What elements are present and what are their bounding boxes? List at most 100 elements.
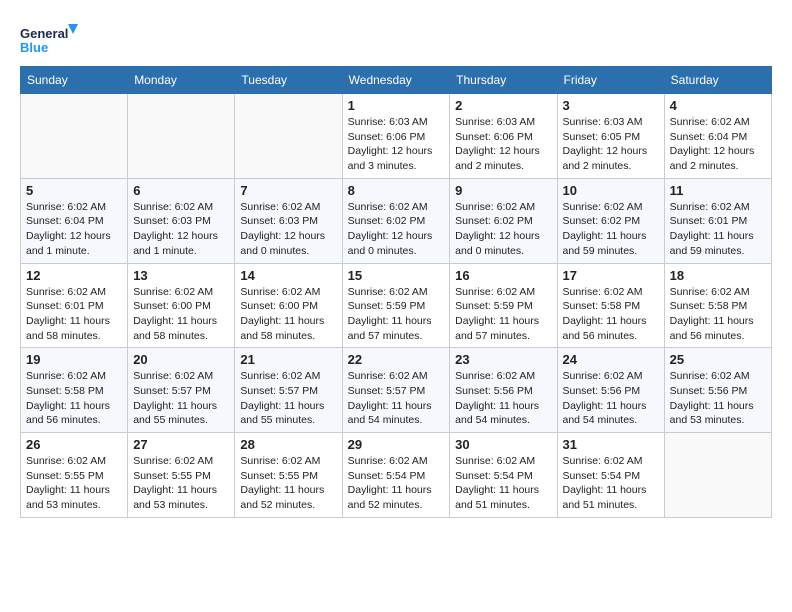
day-info: Sunrise: 6:02 AM Sunset: 5:58 PM Dayligh… xyxy=(670,285,766,344)
calendar-cell xyxy=(235,94,342,179)
day-header-sunday: Sunday xyxy=(21,67,128,94)
svg-text:Blue: Blue xyxy=(20,40,48,55)
day-number: 7 xyxy=(240,183,336,198)
calendar-week-row: 5 Sunrise: 6:02 AM Sunset: 6:04 PM Daylig… xyxy=(21,178,772,263)
calendar-cell: 14 Sunrise: 6:02 AM Sunset: 6:00 PM Dayli… xyxy=(235,263,342,348)
day-info: Sunrise: 6:02 AM Sunset: 5:59 PM Dayligh… xyxy=(348,285,445,344)
calendar-cell: 9 Sunrise: 6:02 AM Sunset: 6:02 PM Daylig… xyxy=(450,178,557,263)
day-number: 22 xyxy=(348,352,445,367)
day-info: Sunrise: 6:02 AM Sunset: 5:56 PM Dayligh… xyxy=(563,369,659,428)
day-number: 29 xyxy=(348,437,445,452)
day-info: Sunrise: 6:02 AM Sunset: 5:55 PM Dayligh… xyxy=(240,454,336,513)
calendar-cell: 16Sunrise: 6:02 AM Sunset: 5:59 PM Dayli… xyxy=(450,263,557,348)
day-number: 16 xyxy=(455,268,551,283)
day-number: 8 xyxy=(348,183,445,198)
calendar-cell: 12Sunrise: 6:02 AM Sunset: 6:01 PM Dayli… xyxy=(21,263,128,348)
day-info: Sunrise: 6:02 AM Sunset: 5:54 PM Dayligh… xyxy=(563,454,659,513)
calendar-week-row: 26 Sunrise: 6:02 AM Sunset: 5:55 PM Dayli… xyxy=(21,433,772,518)
calendar-cell: 27Sunrise: 6:02 AM Sunset: 5:55 PM Dayli… xyxy=(128,433,235,518)
day-info: Sunrise: 6:02 AM Sunset: 6:00 PM Dayligh… xyxy=(133,285,229,344)
day-info: Sunrise: 6:02 AM Sunset: 5:57 PM Dayligh… xyxy=(348,369,445,428)
calendar-cell: 10 Sunrise: 6:02 AM Sunset: 6:02 PM Dayli… xyxy=(557,178,664,263)
day-info: Sunrise: 6:02 AM Sunset: 6:04 PM Dayligh… xyxy=(26,200,122,259)
calendar-cell: 22 Sunrise: 6:02 AM Sunset: 5:57 PM Dayli… xyxy=(342,348,450,433)
day-number: 25 xyxy=(670,352,766,367)
day-header-tuesday: Tuesday xyxy=(235,67,342,94)
calendar-cell: 17Sunrise: 6:02 AM Sunset: 5:58 PM Dayli… xyxy=(557,263,664,348)
logo-svg: General Blue xyxy=(20,20,80,60)
calendar-cell: 13 Sunrise: 6:02 AM Sunset: 6:00 PM Dayli… xyxy=(128,263,235,348)
day-number: 26 xyxy=(26,437,122,452)
day-info: Sunrise: 6:02 AM Sunset: 6:03 PM Dayligh… xyxy=(240,200,336,259)
day-info: Sunrise: 6:02 AM Sunset: 5:57 PM Dayligh… xyxy=(240,369,336,428)
day-info: Sunrise: 6:02 AM Sunset: 5:57 PM Dayligh… xyxy=(133,369,229,428)
day-info: Sunrise: 6:02 AM Sunset: 6:02 PM Dayligh… xyxy=(348,200,445,259)
calendar-cell: 6 Sunrise: 6:02 AM Sunset: 6:03 PM Daylig… xyxy=(128,178,235,263)
day-info: Sunrise: 6:02 AM Sunset: 6:02 PM Dayligh… xyxy=(563,200,659,259)
calendar-cell xyxy=(21,94,128,179)
day-number: 6 xyxy=(133,183,229,198)
calendar-cell: 5 Sunrise: 6:02 AM Sunset: 6:04 PM Daylig… xyxy=(21,178,128,263)
calendar-cell: 30Sunrise: 6:02 AM Sunset: 5:54 PM Dayli… xyxy=(450,433,557,518)
day-number: 15 xyxy=(348,268,445,283)
day-info: Sunrise: 6:02 AM Sunset: 6:01 PM Dayligh… xyxy=(26,285,122,344)
calendar-week-row: 12Sunrise: 6:02 AM Sunset: 6:01 PM Dayli… xyxy=(21,263,772,348)
calendar-week-row: 19Sunrise: 6:02 AM Sunset: 5:58 PM Dayli… xyxy=(21,348,772,433)
day-header-saturday: Saturday xyxy=(664,67,771,94)
day-number: 14 xyxy=(240,268,336,283)
day-number: 1 xyxy=(348,98,445,113)
calendar-cell: 20Sunrise: 6:02 AM Sunset: 5:57 PM Dayli… xyxy=(128,348,235,433)
day-number: 31 xyxy=(563,437,659,452)
day-number: 21 xyxy=(240,352,336,367)
calendar-cell: 18 Sunrise: 6:02 AM Sunset: 5:58 PM Dayli… xyxy=(664,263,771,348)
day-info: Sunrise: 6:02 AM Sunset: 5:56 PM Dayligh… xyxy=(670,369,766,428)
calendar-cell: 23Sunrise: 6:02 AM Sunset: 5:56 PM Dayli… xyxy=(450,348,557,433)
calendar-cell: 15 Sunrise: 6:02 AM Sunset: 5:59 PM Dayli… xyxy=(342,263,450,348)
day-number: 11 xyxy=(670,183,766,198)
day-number: 4 xyxy=(670,98,766,113)
calendar-cell: 26Sunrise: 6:02 AM Sunset: 5:55 PM Dayli… xyxy=(21,433,128,518)
day-number: 18 xyxy=(670,268,766,283)
calendar-cell: 2 Sunrise: 6:03 AM Sunset: 6:06 PM Daylig… xyxy=(450,94,557,179)
day-info: Sunrise: 6:02 AM Sunset: 6:00 PM Dayligh… xyxy=(240,285,336,344)
day-info: Sunrise: 6:03 AM Sunset: 6:06 PM Dayligh… xyxy=(348,115,445,174)
day-number: 2 xyxy=(455,98,551,113)
day-header-friday: Friday xyxy=(557,67,664,94)
day-number: 24 xyxy=(563,352,659,367)
calendar-cell xyxy=(128,94,235,179)
calendar-cell xyxy=(664,433,771,518)
logo: General Blue xyxy=(20,20,80,60)
day-info: Sunrise: 6:02 AM Sunset: 6:02 PM Dayligh… xyxy=(455,200,551,259)
calendar-header-row: SundayMondayTuesdayWednesdayThursdayFrid… xyxy=(21,67,772,94)
day-info: Sunrise: 6:02 AM Sunset: 5:56 PM Dayligh… xyxy=(455,369,551,428)
calendar-cell: 7 Sunrise: 6:02 AM Sunset: 6:03 PM Daylig… xyxy=(235,178,342,263)
calendar-cell: 31 Sunrise: 6:02 AM Sunset: 5:54 PM Dayli… xyxy=(557,433,664,518)
day-info: Sunrise: 6:02 AM Sunset: 5:54 PM Dayligh… xyxy=(455,454,551,513)
day-info: Sunrise: 6:02 AM Sunset: 6:03 PM Dayligh… xyxy=(133,200,229,259)
day-header-thursday: Thursday xyxy=(450,67,557,94)
calendar-cell: 21 Sunrise: 6:02 AM Sunset: 5:57 PM Dayli… xyxy=(235,348,342,433)
day-number: 28 xyxy=(240,437,336,452)
day-header-monday: Monday xyxy=(128,67,235,94)
day-number: 9 xyxy=(455,183,551,198)
day-header-wednesday: Wednesday xyxy=(342,67,450,94)
calendar-cell: 4Sunrise: 6:02 AM Sunset: 6:04 PM Daylig… xyxy=(664,94,771,179)
calendar-cell: 11 Sunrise: 6:02 AM Sunset: 6:01 PM Dayli… xyxy=(664,178,771,263)
day-info: Sunrise: 6:02 AM Sunset: 5:54 PM Dayligh… xyxy=(348,454,445,513)
day-info: Sunrise: 6:02 AM Sunset: 5:55 PM Dayligh… xyxy=(133,454,229,513)
calendar-week-row: 1 Sunrise: 6:03 AM Sunset: 6:06 PM Daylig… xyxy=(21,94,772,179)
calendar-cell: 28 Sunrise: 6:02 AM Sunset: 5:55 PM Dayli… xyxy=(235,433,342,518)
day-number: 10 xyxy=(563,183,659,198)
svg-text:General: General xyxy=(20,26,68,41)
day-info: Sunrise: 6:02 AM Sunset: 5:58 PM Dayligh… xyxy=(563,285,659,344)
header: General Blue xyxy=(20,20,772,60)
day-number: 5 xyxy=(26,183,122,198)
day-info: Sunrise: 6:03 AM Sunset: 6:06 PM Dayligh… xyxy=(455,115,551,174)
day-number: 13 xyxy=(133,268,229,283)
calendar-cell: 3Sunrise: 6:03 AM Sunset: 6:05 PM Daylig… xyxy=(557,94,664,179)
day-info: Sunrise: 6:02 AM Sunset: 6:01 PM Dayligh… xyxy=(670,200,766,259)
page: General Blue SundayMondayTuesdayWednesda… xyxy=(0,0,792,528)
day-info: Sunrise: 6:02 AM Sunset: 5:58 PM Dayligh… xyxy=(26,369,122,428)
calendar-cell: 8 Sunrise: 6:02 AM Sunset: 6:02 PM Daylig… xyxy=(342,178,450,263)
day-number: 3 xyxy=(563,98,659,113)
